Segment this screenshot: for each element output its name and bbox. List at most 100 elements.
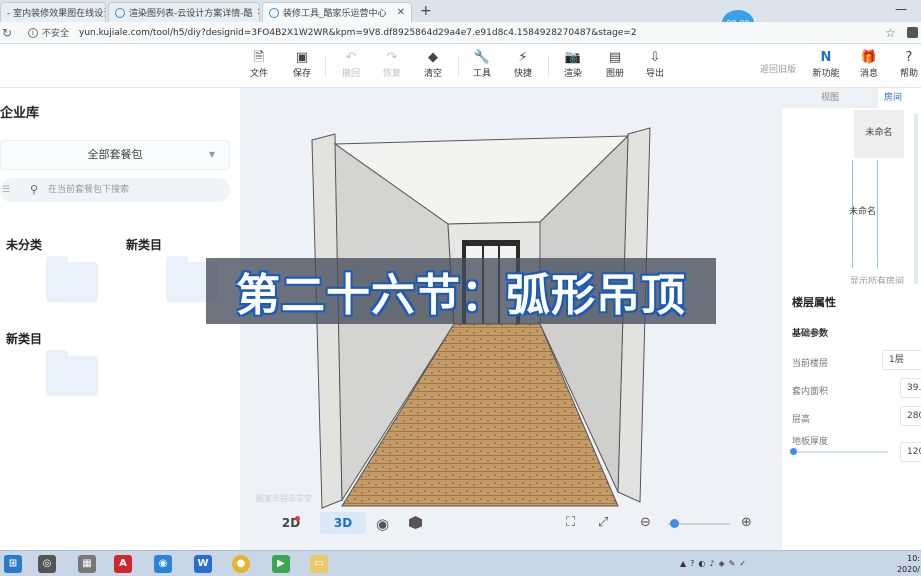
tab-room[interactable]: 房间 xyxy=(878,88,921,108)
floor-thickness-handle[interactable] xyxy=(790,448,797,455)
tray-icon[interactable]: ▲ xyxy=(680,559,686,568)
file-icon: 🗎 xyxy=(253,50,265,65)
new-tab-button[interactable]: + xyxy=(420,3,432,19)
zoom-out-icon[interactable]: ⊖ xyxy=(640,515,651,530)
album-button[interactable]: ▤ 图册 xyxy=(598,50,632,79)
right-panel-tabs: 视图 房间 xyxy=(782,88,921,108)
package-select[interactable]: 全部套餐包 ▼ xyxy=(0,140,230,170)
tab-view[interactable]: 视图 xyxy=(782,88,878,108)
minimap-scrollbar[interactable] xyxy=(914,114,918,284)
camera-view-icon[interactable]: ⛶ xyxy=(566,515,575,530)
minimap-room[interactable]: 未命名 xyxy=(854,110,904,158)
antivirus-icon[interactable]: ◈ xyxy=(719,559,725,568)
wrench-icon: 🔧 xyxy=(473,50,491,65)
browser-tab[interactable]: - 室内装修效果图在线设计 ✕ xyxy=(0,2,106,22)
floor-height-input[interactable]: 280 xyxy=(900,406,921,426)
tools-button[interactable]: 🔧 工具 xyxy=(465,50,499,79)
file-button[interactable]: 🗎 文件 xyxy=(242,50,276,79)
tools-label: 工具 xyxy=(472,69,491,79)
media-player-icon[interactable]: ▶ xyxy=(272,555,290,573)
camera-icon: 📷 xyxy=(564,50,582,65)
info-icon: i xyxy=(28,27,38,38)
library-title: 企业库 xyxy=(0,106,40,121)
divider xyxy=(458,56,459,76)
word-icon[interactable]: W xyxy=(194,555,212,573)
help-label: 帮助 xyxy=(899,69,918,79)
start-icon[interactable]: ⊞ xyxy=(4,555,22,573)
lightning-icon: ⚡ xyxy=(518,50,528,65)
floor-properties: 楼层属性 基础参数 当前楼层 1层 套内面积 39. 层高 280 地板厚度 1… xyxy=(782,284,921,550)
category-card[interactable]: 新类目 xyxy=(0,320,108,402)
render-button[interactable]: 📷 渲染 xyxy=(556,50,590,79)
browser-app-icon[interactable]: ◉ xyxy=(154,555,172,573)
close-icon[interactable]: ✕ xyxy=(393,7,405,18)
new-feature-button[interactable]: N 新功能 xyxy=(808,50,844,79)
extension-icon[interactable] xyxy=(907,27,918,38)
volume-icon[interactable]: ♪ xyxy=(709,559,714,568)
zoom-in-icon[interactable]: ⊕ xyxy=(741,515,752,530)
folder-app-icon[interactable]: ▭ xyxy=(310,555,328,573)
lesson-title-banner: 第二十六节：弧形吊顶 xyxy=(206,258,716,324)
url-field[interactable]: yun.kujiale.com/tool/h5/diy?designid=3FO… xyxy=(79,28,637,38)
clear-button[interactable]: ◆ 清空 xyxy=(416,50,450,79)
os-taskbar: ⊞ ◎ ▦ A ◉ W ● ▶ ▭ ▲ ? ◐ ♪ ◈ ✎ ✓ 10: 2020… xyxy=(0,550,921,576)
system-clock[interactable]: 10: 2020/ xyxy=(896,553,920,575)
calculator-icon[interactable]: ▦ xyxy=(78,555,96,573)
minimap-room[interactable]: 未命名 xyxy=(849,160,878,268)
export-icon: ⇩ xyxy=(649,50,661,65)
category-card[interactable]: 未分类 xyxy=(0,226,108,308)
site-icon xyxy=(269,7,279,18)
reload-icon[interactable]: ↻ xyxy=(2,26,18,40)
main-toolbar: 🗎 文件 ▣ 保存 ↶ 撤回 ↷ 恢复 ◆ 清空 🔧 工具 ⚡ 快捷 📷 渲染 ▤ 图册 ⇩ 导出 … xyxy=(0,44,921,88)
current-floor-select[interactable]: 1层 xyxy=(882,350,921,370)
redo-button[interactable]: ↷ 恢复 xyxy=(375,50,409,79)
app-icon[interactable]: ◎ xyxy=(38,555,56,573)
tab-title: 装修工具_酷家乐运营中心 xyxy=(283,9,387,19)
minimap-room-label: 未命名 xyxy=(849,207,877,217)
help-tray-icon[interactable]: ? xyxy=(690,559,694,568)
address-bar: ↻ i 不安全 yun.kujiale.com/tool/h5/diy?desi… xyxy=(0,22,921,44)
floor-thickness-slider[interactable] xyxy=(792,451,888,453)
shortcut-button[interactable]: ⚡ 快捷 xyxy=(506,50,540,79)
security-indicator[interactable]: i 不安全 xyxy=(28,26,69,39)
zoom-slider-handle[interactable] xyxy=(670,519,679,528)
messages-button[interactable]: 🎁 消息 xyxy=(852,50,886,79)
return-old-version-link[interactable]: 返回旧版 xyxy=(760,62,796,75)
file-label: 文件 xyxy=(249,69,268,79)
browser-tab-active[interactable]: 装修工具_酷家乐运营中心 ✕ xyxy=(262,2,412,22)
network-icon[interactable]: ◐ xyxy=(698,559,705,568)
minimize-icon[interactable]: — xyxy=(895,2,907,16)
browser-tab[interactable]: 渲染图列表-云设计方案详情-酷 ✕ xyxy=(108,2,260,22)
new-feature-label: 新功能 xyxy=(812,69,840,79)
album-icon: ▤ xyxy=(608,50,622,65)
save-button[interactable]: ▣ 保存 xyxy=(285,50,319,79)
view-3d-button[interactable]: 3D xyxy=(320,512,366,534)
redo-icon: ↷ xyxy=(386,50,398,65)
clock-date: 2020/ xyxy=(896,565,920,574)
library-panel: 企业库 全部套餐包 ▼ ☰ ⚲ 在当前套餐包下搜索 未分类 新类目 新类目 xyxy=(0,88,240,550)
view-2d-button[interactable]: 2D xyxy=(272,512,310,534)
list-icon[interactable]: ☰ xyxy=(2,178,10,202)
caret-down-icon: ▼ xyxy=(208,150,215,159)
close-icon[interactable]: ✕ xyxy=(253,7,260,18)
security-tray-icon[interactable]: ✓ xyxy=(739,559,746,568)
library-search[interactable]: ☰ ⚲ 在当前套餐包下搜索 xyxy=(0,178,230,202)
chrome-icon[interactable]: ● xyxy=(232,555,250,573)
export-button[interactable]: ⇩ 导出 xyxy=(638,50,672,79)
fullscreen-icon[interactable]: ⤢ xyxy=(598,515,608,530)
input-icon[interactable]: ✎ xyxy=(729,559,736,568)
export-label: 导出 xyxy=(645,69,664,79)
undo-icon: ↶ xyxy=(345,50,357,65)
folder-icon xyxy=(46,350,98,396)
system-tray: ▲ ? ◐ ♪ ◈ ✎ ✓ xyxy=(680,559,746,568)
help-button[interactable]: ? 帮助 xyxy=(892,50,921,79)
save-label: 保存 xyxy=(292,69,311,79)
new-feature-icon: N xyxy=(820,50,832,65)
bookmark-star-icon[interactable]: ☆ xyxy=(885,26,896,40)
floor-thickness-input[interactable]: 120 xyxy=(900,442,921,462)
properties-title: 楼层属性 xyxy=(792,296,836,309)
eye-icon[interactable]: ◉ xyxy=(376,515,389,533)
undo-button[interactable]: ↶ 撤回 xyxy=(334,50,368,79)
security-label: 不安全 xyxy=(42,29,70,39)
cad-icon[interactable]: A xyxy=(114,555,132,573)
